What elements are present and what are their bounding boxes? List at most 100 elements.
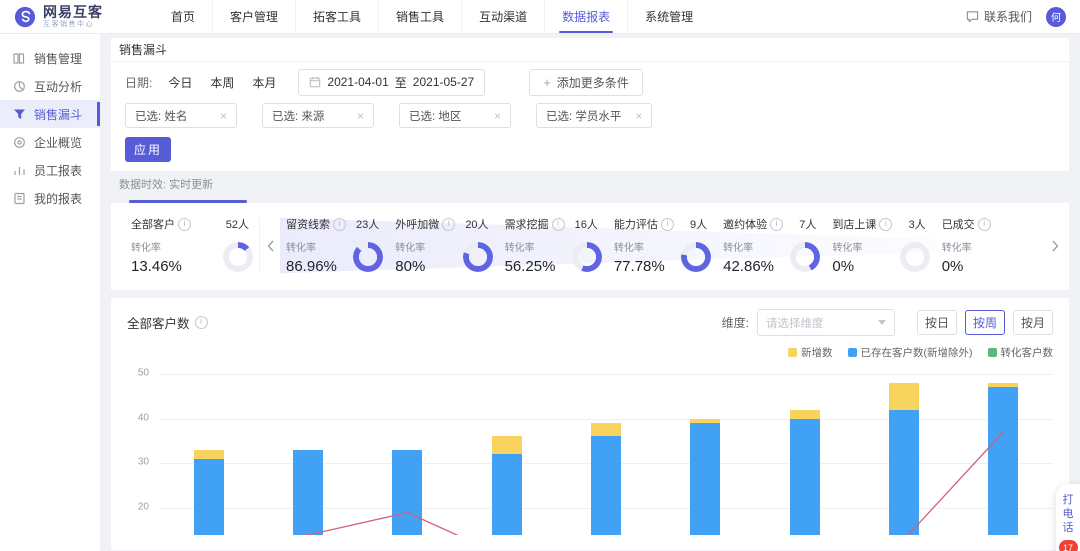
nav-item[interactable]: 数据报表 [544, 0, 627, 33]
topnav-right: 联系我们 何 [966, 7, 1066, 27]
filter-tag-label: 已选: 来源 [272, 108, 324, 124]
close-icon[interactable]: × [357, 109, 364, 123]
message-count-badge: 17 [1059, 540, 1078, 551]
funnel-stage: 邀约体验i7人转化率42.86% [717, 216, 826, 275]
bar-segment-existing [591, 436, 621, 535]
funnel-stage-body: 转化率80% [395, 239, 492, 275]
conversion-rate-value: 0% [832, 258, 895, 275]
chevron-left-icon[interactable] [260, 216, 280, 275]
filter-tag[interactable]: 已选: 姓名 × [125, 103, 237, 128]
selected-filter-tags: 已选: 姓名×已选: 来源×已选: 地区×已选: 学员水平× [125, 103, 1055, 128]
contact-us-button[interactable]: 联系我们 [966, 8, 1032, 25]
legend-item[interactable]: 转化客户数 [988, 345, 1054, 360]
funnel-stats-card: 全部客户i52人转化率13.46%留资线索i23人转化率86.96%外呼加微i2… [111, 203, 1069, 290]
dimension-select[interactable]: 请选择维度 [757, 309, 895, 336]
filter-tag[interactable]: 已选: 学员水平× [536, 103, 652, 128]
funnel-stage: 能力评估i9人转化率77.78% [608, 216, 717, 275]
nav-item[interactable]: 拓客工具 [295, 0, 378, 33]
filter-tag[interactable]: 已选: 地区× [399, 103, 511, 128]
info-icon[interactable]: i [552, 218, 565, 231]
period-button[interactable]: 按日 [917, 310, 957, 335]
nav-item[interactable]: 销售工具 [378, 0, 461, 33]
funnel-stage-name: 到店上课 [832, 216, 876, 232]
sidebar-item-report[interactable]: 我的报表 [0, 184, 100, 212]
chart-title-text: 全部客户数 [127, 313, 190, 332]
close-icon[interactable]: × [494, 109, 501, 123]
date-range-picker[interactable]: 2021-04-01 至 2021-05-27 [298, 69, 485, 96]
sidebar-item-barchart[interactable]: 员工报表 [0, 156, 100, 184]
nav-item[interactable]: 客户管理 [212, 0, 295, 33]
conversion-rate-label: 转化率 [286, 239, 349, 254]
stacked-bar [790, 410, 820, 535]
date-from: 2021-04-01 [327, 75, 388, 89]
preset-this-week[interactable]: 本周 [210, 74, 234, 91]
y-axis-labels: 20304050 [127, 367, 157, 535]
conversion-rate-label: 转化率 [723, 239, 786, 254]
funnel-band-wrap: 留资线索i23人转化率86.96%外呼加微i20人转化率80%需求挖掘i16人转… [280, 216, 1045, 275]
info-icon[interactable]: i [442, 218, 455, 231]
info-icon[interactable]: i [661, 218, 674, 231]
funnel-stage-header: 已成交i [942, 216, 1039, 232]
apply-button[interactable]: 应用 [125, 137, 171, 162]
nav-item[interactable]: 互动渠道 [461, 0, 544, 33]
preset-this-month[interactable]: 本月 [252, 74, 276, 91]
donut-chart [463, 242, 493, 272]
chevron-right-icon[interactable] [1045, 216, 1065, 275]
sidebar-item-grid[interactable]: 销售管理 [0, 44, 100, 72]
period-button[interactable]: 按周 [965, 310, 1005, 335]
filter-tag[interactable]: 已选: 来源 × [262, 103, 374, 128]
info-icon[interactable]: i [195, 316, 208, 329]
info-icon[interactable]: i [333, 218, 346, 231]
funnel-stage-body: 转化率42.86% [723, 239, 820, 275]
conversion-rate-label: 转化率 [395, 239, 458, 254]
data-freshness-tab[interactable]: 数据时效: 实时更新 [111, 171, 1069, 203]
chart-legend: 新增数已存在客户数(新增除外) 转化客户数 [127, 345, 1053, 360]
info-icon[interactable]: i [879, 218, 892, 231]
bar-slot [854, 367, 953, 535]
info-icon[interactable]: i [178, 218, 191, 231]
call-button[interactable]: 打电话 [1063, 493, 1074, 535]
close-icon[interactable]: × [220, 109, 227, 123]
bar-segment-existing [889, 410, 919, 535]
conversion-rate-label: 转化率 [505, 239, 568, 254]
sidebar-item-label: 互动分析 [34, 78, 82, 95]
bar-segment-new [194, 450, 224, 459]
sidebar-item-funnel[interactable]: 销售漏斗 [0, 100, 100, 128]
brand-name: 网易互客 [43, 5, 103, 19]
add-condition-button[interactable]: + 添加更多条件 [529, 69, 643, 96]
info-icon[interactable]: i [770, 218, 783, 231]
barchart-icon [13, 164, 26, 177]
bar-slot [358, 367, 457, 535]
legend-item[interactable]: 已存在客户数(新增除外) [848, 345, 973, 360]
chevron-down-icon [878, 320, 886, 325]
funnel-stage: 留资线索i23人转化率86.96% [280, 216, 389, 275]
close-icon[interactable]: × [635, 109, 642, 123]
preset-today[interactable]: 今日 [168, 74, 192, 91]
calendar-icon [309, 76, 321, 88]
sidebar-item-overview[interactable]: 企业概览 [0, 128, 100, 156]
bar-segment-existing [392, 450, 422, 535]
y-axis-tick: 30 [138, 457, 149, 468]
filter-tag-label: 已选: 姓名 [135, 108, 187, 124]
report-icon [13, 192, 26, 205]
nav-item[interactable]: 首页 [154, 0, 212, 33]
nav-item[interactable]: 系统管理 [627, 0, 710, 33]
donut-chart [681, 242, 711, 272]
sidebar-item-analysis[interactable]: 互动分析 [0, 72, 100, 100]
stacked-bar [194, 450, 224, 535]
sidebar-item-label: 销售管理 [34, 50, 82, 67]
bar-segment-new [591, 423, 621, 436]
bar-slot [556, 367, 655, 535]
info-icon[interactable]: i [978, 218, 991, 231]
stacked-bar [591, 423, 621, 535]
dimension-placeholder: 请选择维度 [766, 315, 824, 331]
period-button[interactable]: 按月 [1013, 310, 1053, 335]
y-axis-tick: 50 [138, 367, 149, 378]
donut-chart [900, 242, 930, 272]
funnel-stage-body: 转化率56.25% [505, 239, 602, 275]
dimension-label: 维度: [722, 314, 749, 331]
legend-item[interactable]: 新增数 [788, 345, 833, 360]
funnel-stage-name: 邀约体验 [723, 216, 767, 232]
bar-segment-existing [790, 419, 820, 535]
avatar[interactable]: 何 [1046, 7, 1066, 27]
